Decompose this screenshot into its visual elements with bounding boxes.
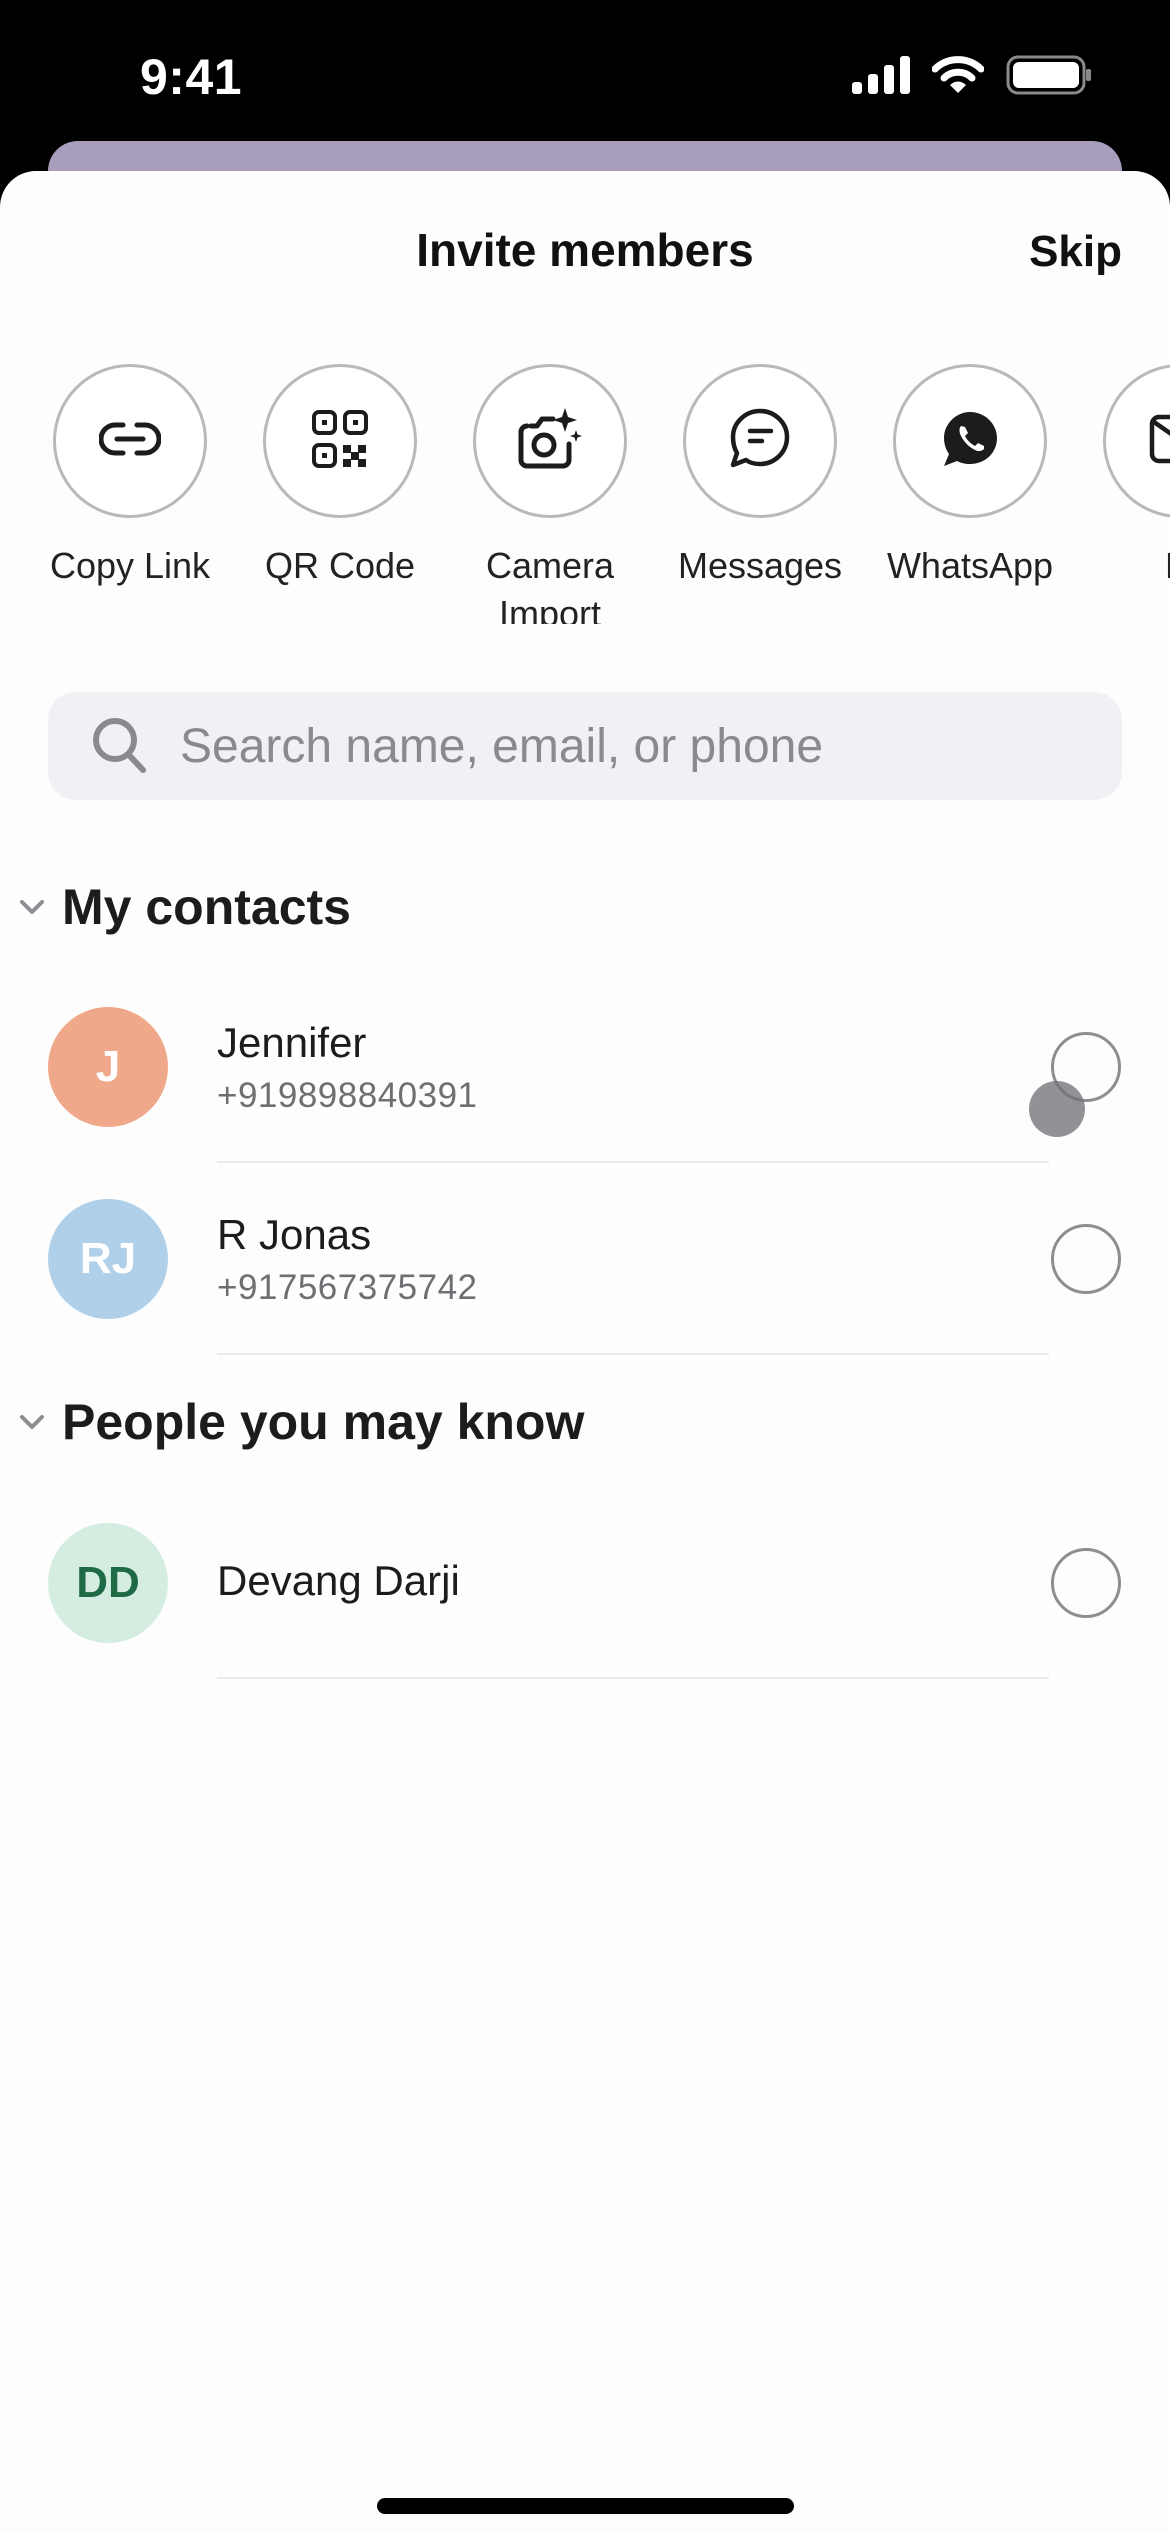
chevron-down-icon[interactable] [12,887,52,927]
chevron-down-icon[interactable] [12,1402,52,1442]
status-bar: 9:41 [0,0,1170,140]
search-input[interactable] [180,718,1080,774]
avatar: J [48,1007,168,1127]
skip-button[interactable]: Skip [1029,227,1122,277]
share-option-label: QR Code [264,545,416,586]
share-option-messages[interactable]: Messages [655,364,865,590]
avatar: DD [48,1523,168,1643]
share-option-label: M [1165,542,1170,590]
share-option-label: Copy Link [49,545,211,586]
cellular-signal-icon [852,55,910,99]
sheet-title: Invite members [416,224,754,276]
avatar: RJ [48,1199,168,1319]
status-time: 9:41 [140,49,243,105]
contact-name: Devang Darji [217,1557,460,1604]
contact-name: Jennifer [217,1019,367,1066]
share-option-camera-import[interactable]: Camera Import [445,364,655,624]
link-icon [98,421,162,462]
share-option-qr-code[interactable]: QR Code [235,364,445,590]
battery-icon [1006,55,1092,100]
contact-name: R Jonas [217,1211,372,1258]
camera-sparkle-icon [517,406,583,477]
select-radio[interactable] [1051,1548,1121,1618]
section-header-my-contacts[interactable]: My contacts [0,878,351,936]
qr-code-icon [312,409,368,473]
home-indicator[interactable] [377,2498,794,2514]
share-option-label: WhatsApp [886,545,1054,586]
section-header-people-you-may-know[interactable]: People you may know [0,1393,584,1451]
contact-row[interactable]: RJ R Jonas +917567375742 [0,1163,1170,1355]
touch-indicator [1029,1081,1085,1137]
contact-phone: +917567375742 [217,1268,478,1307]
select-radio[interactable] [1051,1224,1121,1294]
divider [217,1353,1049,1355]
wifi-icon [931,55,985,99]
contact-row[interactable]: J Jennifer +919898840391 [0,971,1170,1163]
share-option-mail[interactable]: M [1075,364,1170,590]
contact-phone: +919898840391 [217,1076,478,1115]
search-bar[interactable] [48,692,1122,800]
share-option-circle[interactable] [53,364,207,518]
share-option-circle[interactable] [683,364,837,518]
share-option-label: Camera Import [485,545,615,624]
status-icons [852,55,1092,100]
share-option-label: Messages [677,545,843,586]
share-option-circle[interactable] [1103,364,1170,518]
invite-members-sheet: Invite members Skip Copy Link QR Code Ca… [0,171,1170,2532]
share-options-row[interactable]: Copy Link QR Code Camera Import Messages… [0,364,1170,624]
share-option-whatsapp[interactable]: WhatsApp [865,364,1075,590]
section-title: My contacts [62,879,351,935]
message-bubble-icon [729,408,791,475]
whatsapp-icon [941,410,999,473]
share-option-circle[interactable] [893,364,1047,518]
share-option-circle[interactable] [473,364,627,518]
share-option-copy-link[interactable]: Copy Link [25,364,235,590]
divider [217,1677,1049,1679]
mail-icon [1149,414,1170,469]
section-title: People you may know [62,1394,585,1450]
search-icon [90,716,150,776]
contact-row[interactable]: DD Devang Darji [0,1487,1170,1679]
share-option-circle[interactable] [263,364,417,518]
